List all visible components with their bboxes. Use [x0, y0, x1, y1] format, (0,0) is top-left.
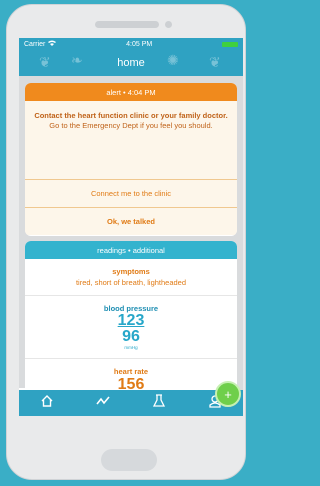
connect-clinic-button[interactable]: Connect me to the clinic — [25, 179, 237, 207]
carrier-label: Carrier — [24, 40, 46, 48]
battery-icon — [222, 41, 238, 47]
wifi-icon — [48, 40, 57, 48]
leaf-decoration-icon: ❧ — [71, 52, 83, 68]
blood-pressure-section[interactable]: blood pressure 123 96 mmHg — [25, 296, 237, 359]
app-screen: Carrier 4:05 PM ❦ ❧ ✺ ❦ home alert • 4:0… — [19, 38, 243, 416]
status-time: 4:05 PM — [126, 40, 153, 48]
heart-rate-title: heart rate — [113, 367, 149, 376]
alert-message-detail: Go to the Emergency Dept if you feel you… — [49, 121, 213, 130]
tab-tests[interactable] — [131, 390, 187, 416]
readings-header[interactable]: readings • additional — [25, 241, 237, 259]
alert-card: alert • 4:04 PM Contact the heart functi… — [25, 83, 237, 236]
flask-icon — [152, 393, 166, 413]
ok-talked-button[interactable]: Ok, we talked — [25, 207, 237, 235]
alert-header: alert • 4:04 PM — [25, 83, 237, 101]
nav-bar: ❦ ❧ ✺ ❦ home — [19, 50, 243, 76]
phone-home-button — [101, 449, 157, 471]
symptoms-title: symptoms — [112, 267, 150, 276]
bp-unit: mmHg — [124, 345, 138, 350]
leaf-decoration-icon: ❦ — [39, 54, 51, 70]
tab-home[interactable] — [19, 390, 75, 416]
bp-diastolic-value: 96 — [122, 328, 140, 345]
tab-bar — [19, 390, 243, 416]
bp-systolic-value: 123 — [117, 312, 145, 329]
phone-speaker — [95, 21, 159, 28]
symptoms-section[interactable]: symptoms tired, short of breath, lighthe… — [25, 259, 237, 296]
alert-message: Contact the heart function clinic or you… — [25, 101, 237, 179]
status-bar: Carrier 4:05 PM — [19, 38, 243, 50]
sun-decoration-icon: ✺ — [167, 52, 179, 68]
phone-frame: Carrier 4:05 PM ❦ ❧ ✺ ❦ home alert • 4:0… — [6, 4, 246, 480]
phone-camera — [165, 21, 172, 28]
leaf-decoration-icon: ❦ — [209, 54, 221, 70]
symptoms-value: tired, short of breath, lightheaded — [75, 278, 187, 287]
page-title: home — [117, 57, 145, 69]
add-reading-button[interactable]: + — [215, 381, 241, 407]
alert-message-bold: Contact the heart function clinic or you… — [34, 111, 228, 120]
home-icon — [40, 394, 54, 413]
trend-icon — [96, 394, 110, 413]
tab-trends[interactable] — [75, 390, 131, 416]
